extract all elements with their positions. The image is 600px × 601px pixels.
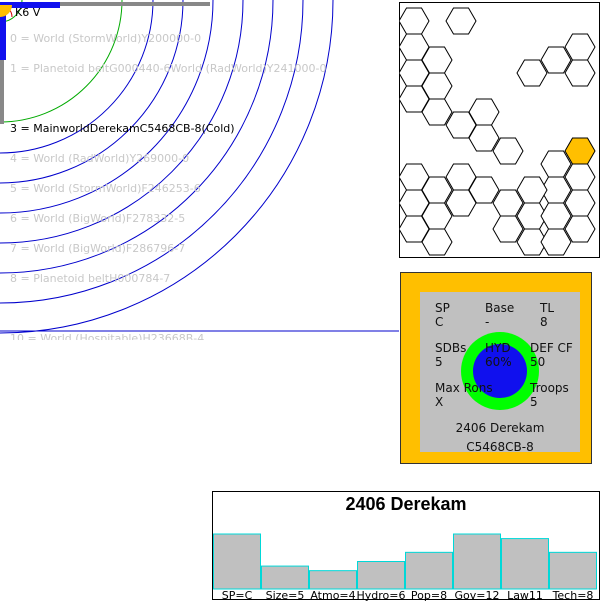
orbit-label-7: 8 = Planetoid beltH000784-7: [10, 272, 170, 285]
sdbs-value: 5: [435, 355, 443, 369]
bar-sp-c: [213, 533, 261, 590]
sdbs-label: SDBs: [435, 341, 467, 355]
world-name: 2406 Derekam: [455, 421, 545, 435]
max-rons-label: Max Rons: [435, 381, 493, 395]
world-uwp-inner: SP C Base - TL 8 SDBs 5 HYD 60% DEF CF 5…: [420, 292, 580, 454]
bar-label-5: Gov=12: [455, 589, 500, 601]
troops-value: 5: [530, 395, 538, 409]
system-orbit-view: K6 V 0 = World (StormWorld)Y200000-0 1 = …: [0, 0, 399, 340]
hyd-label: HYD: [485, 341, 511, 355]
sp-label: SP: [435, 301, 450, 315]
hyd-value: 60%: [485, 355, 512, 369]
orbit-label-5: 6 = World (BigWorld)F278332-5: [10, 212, 185, 225]
tl-value: 8: [540, 315, 548, 329]
troops-label: Troops: [530, 381, 569, 395]
bar-label-3: Hydro=6: [357, 589, 406, 601]
base-value: -: [485, 315, 490, 329]
world-uwp-panel: SP C Base - TL 8 SDBs 5 HYD 60% DEF CF 5…: [400, 272, 592, 464]
bar-label-4: Pop=8: [411, 589, 447, 601]
max-rons-value: X: [435, 395, 444, 409]
bar-label-1: Size=5: [266, 589, 305, 601]
def-cf-label: DEF CF: [530, 341, 573, 355]
bar-atmo-4: [309, 570, 357, 590]
bar-label-2: Atmo=4: [310, 589, 355, 601]
orbit-label-0: 0 = World (StormWorld)Y200000-0: [10, 32, 201, 45]
world-profile-chart: SP=C Size=5 Atmo=4 Hydro=6 Pop=8 Gov=12 Law11 T…: [212, 491, 600, 601]
bar-law11: [501, 538, 549, 590]
bar-hydro-6: [357, 561, 405, 590]
base-label: Base: [485, 301, 515, 315]
tl-label: TL: [540, 301, 555, 315]
bar-label-0: SP=C: [222, 589, 253, 601]
orbit-label-6: 7 = World (BigWorld)F286796-7: [10, 242, 185, 255]
bar-gov-12: [453, 533, 501, 590]
bar-label-7: Tech=8: [552, 589, 594, 601]
bar-tech-8: [549, 551, 597, 590]
sp-value: C: [435, 315, 444, 329]
chart-title: 2406 Derekam: [345, 494, 467, 514]
orbit-label-1: 1 = Planetoid beltG000440-6World (RadWor…: [10, 62, 327, 75]
orbit-label-8: 10 = World (Hospitable)H23668B-4: [10, 332, 204, 340]
orbit-labels: 0 = World (StormWorld)Y200000-0 1 = Plane…: [10, 32, 327, 340]
world-uwp-code: C5468CB-8: [466, 440, 534, 454]
orbit-label-2: 3 = MainworldDerekamC5468CB-8(Cold): [10, 122, 235, 135]
orbit-label-3: 4 = World (RadWorld)Y269000-0: [10, 152, 189, 165]
star-icon: [0, 5, 12, 17]
bar-pop-8: [405, 551, 453, 590]
star-label: K6 V: [15, 6, 41, 19]
def-cf-value: 50: [530, 355, 546, 369]
hex-map[interactable]: [399, 2, 600, 258]
bar-size-5: [261, 565, 309, 590]
bar-label-6: Law11: [507, 589, 543, 601]
orbit-label-4: 5 = World (StormWorld)F246253-6: [10, 182, 201, 195]
